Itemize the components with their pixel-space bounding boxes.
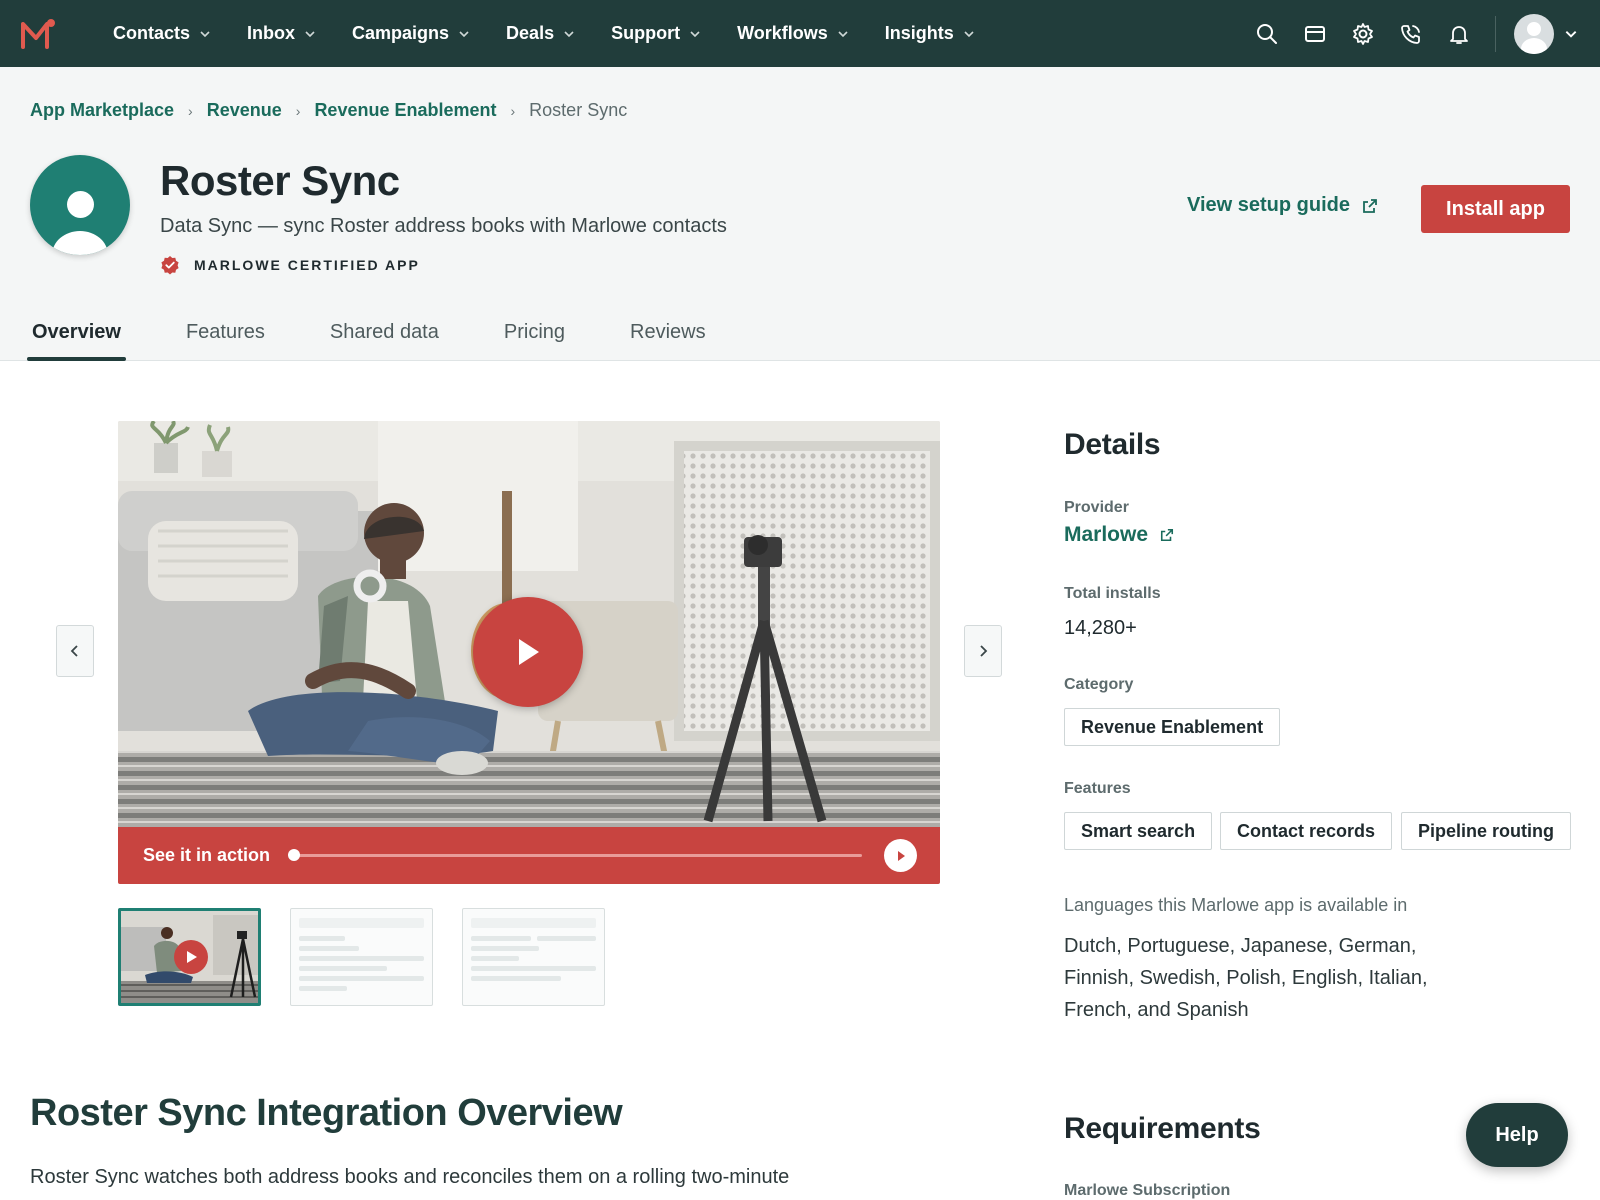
phone-icon[interactable] xyxy=(1399,22,1423,46)
video-caption: See it in action xyxy=(143,845,271,865)
thumbnail-screenshot[interactable] xyxy=(290,908,433,1006)
nav-item-insights[interactable]: Insights xyxy=(885,23,975,44)
marketplace-icon[interactable] xyxy=(1303,22,1327,46)
play-icon xyxy=(519,639,539,665)
bell-icon[interactable] xyxy=(1447,22,1471,46)
nav-item-inbox[interactable]: Inbox xyxy=(247,23,316,44)
tab-reviews[interactable]: Reviews xyxy=(625,307,711,361)
requirements-heading: Requirements xyxy=(1064,1112,1261,1145)
app-header: App Marketplace › Revenue › Revenue Enab… xyxy=(0,67,1600,361)
chevron-left-icon xyxy=(70,645,78,657)
nav-item-label: Contacts xyxy=(113,23,191,43)
install-app-button[interactable]: Install app xyxy=(1421,185,1570,233)
main-menu: Contacts Inbox Campaigns Deals Support W… xyxy=(113,0,1011,67)
chevron-right-icon: › xyxy=(188,102,193,119)
progress-knob[interactable] xyxy=(288,849,300,861)
tab-bar: Overview Features Shared data Pricing Re… xyxy=(27,307,766,361)
setup-guide-link[interactable]: View setup guide xyxy=(1187,194,1378,217)
overview-heading: Roster Sync Integration Overview xyxy=(30,1092,623,1134)
chevron-down-icon xyxy=(459,30,469,37)
features-label: Features xyxy=(1064,780,1131,797)
page-title: Roster Sync xyxy=(160,157,400,204)
nav-item-label: Support xyxy=(611,23,681,43)
certified-badge: MARLOWE CERTIFIED APP xyxy=(160,255,420,275)
breadcrumb: App Marketplace › Revenue › Revenue Enab… xyxy=(30,100,627,121)
utility-icons xyxy=(1231,0,1600,67)
avatar xyxy=(1514,13,1554,54)
tab-pricing[interactable]: Pricing xyxy=(499,307,570,361)
chevron-right-icon: › xyxy=(295,102,301,119)
provider-name: Marlowe xyxy=(1064,523,1149,546)
breadcrumb-link[interactable]: Revenue Enablement xyxy=(314,100,496,121)
app-logo-icon xyxy=(30,155,130,255)
nav-divider xyxy=(1495,15,1496,52)
breadcrumb-link[interactable]: Revenue xyxy=(207,100,282,121)
tab-shared-data[interactable]: Shared data xyxy=(325,307,444,361)
chevron-down-icon xyxy=(838,30,848,37)
chevron-down-icon xyxy=(964,30,974,37)
carousel-prev-button[interactable] xyxy=(56,625,94,677)
chevron-down-icon xyxy=(564,30,574,37)
languages-list: Dutch, Portuguese, Japanese, German, Fin… xyxy=(1064,935,1428,1021)
marlowe-logo-icon[interactable] xyxy=(20,18,56,50)
nav-item-workflows[interactable]: Workflows xyxy=(737,23,849,44)
nav-item-label: Inbox xyxy=(247,23,296,43)
app-subtitle: Data Sync — sync Roster address books wi… xyxy=(160,215,727,237)
thumbnail-screenshot[interactable] xyxy=(462,908,605,1006)
nav-item-support[interactable]: Support xyxy=(611,23,701,44)
tab-features[interactable]: Features xyxy=(181,307,270,361)
chevron-right-icon: › xyxy=(510,102,516,119)
certified-label: MARLOWE CERTIFIED APP xyxy=(194,257,420,273)
languages-label: Languages this Marlowe app is available … xyxy=(1064,895,1408,915)
top-navigation: Contacts Inbox Campaigns Deals Support W… xyxy=(0,0,1600,67)
feature-chip[interactable]: Contact records xyxy=(1220,812,1393,850)
chevron-down-icon xyxy=(1565,30,1577,38)
carousel-next-button[interactable] xyxy=(964,625,1002,677)
nav-item-label: Deals xyxy=(506,23,555,43)
media-thumbnails xyxy=(118,908,634,1006)
nav-item-label: Workflows xyxy=(737,23,828,43)
help-button[interactable]: Help xyxy=(1466,1103,1568,1167)
feature-chip[interactable]: Smart search xyxy=(1064,812,1213,850)
nav-item-campaigns[interactable]: Campaigns xyxy=(352,23,470,44)
provider-link[interactable]: Marlowe xyxy=(1064,523,1174,547)
breadcrumb-current: Roster Sync xyxy=(529,100,628,120)
category-label: Category xyxy=(1064,676,1134,693)
nav-item-label: Insights xyxy=(884,23,954,43)
video-controls: See it in action xyxy=(118,827,940,884)
nav-item-deals[interactable]: Deals xyxy=(506,23,575,44)
chevron-right-icon xyxy=(980,645,988,657)
play-button[interactable] xyxy=(473,597,583,707)
details-heading: Details xyxy=(1064,428,1161,461)
category-chip[interactable]: Revenue Enablement xyxy=(1064,708,1281,746)
external-link-icon xyxy=(1160,528,1174,542)
breadcrumb-link[interactable]: App Marketplace xyxy=(30,100,174,121)
external-link-icon xyxy=(1363,198,1377,213)
installs-value: 14,280+ xyxy=(1064,617,1137,639)
gear-icon[interactable] xyxy=(1351,22,1375,46)
nav-item-contacts[interactable]: Contacts xyxy=(113,23,211,44)
video-player[interactable]: See it in action xyxy=(118,421,940,884)
mini-play-button[interactable] xyxy=(884,839,917,872)
tab-overview[interactable]: Overview xyxy=(27,307,126,361)
feature-chip[interactable]: Pipeline routing xyxy=(1401,812,1572,850)
chevron-down-icon xyxy=(305,30,315,37)
provider-label: Provider xyxy=(1064,499,1129,516)
chevron-down-icon xyxy=(200,30,210,37)
chevron-down-icon xyxy=(690,30,700,37)
thumbnail-video[interactable] xyxy=(118,908,261,1006)
search-icon[interactable] xyxy=(1255,22,1279,46)
progress-track[interactable] xyxy=(294,854,862,857)
certified-seal-icon xyxy=(161,256,179,275)
installs-label: Total installs xyxy=(1064,585,1161,602)
overview-paragraph: Roster Sync watches both address books a… xyxy=(30,1166,790,1188)
requirement-label: Marlowe Subscription xyxy=(1064,1182,1231,1199)
video-thumbnail-image xyxy=(121,911,258,1003)
setup-guide-label: View setup guide xyxy=(1187,194,1350,216)
nav-item-label: Campaigns xyxy=(352,23,450,43)
play-icon xyxy=(897,850,905,861)
account-menu[interactable] xyxy=(1514,13,1578,54)
